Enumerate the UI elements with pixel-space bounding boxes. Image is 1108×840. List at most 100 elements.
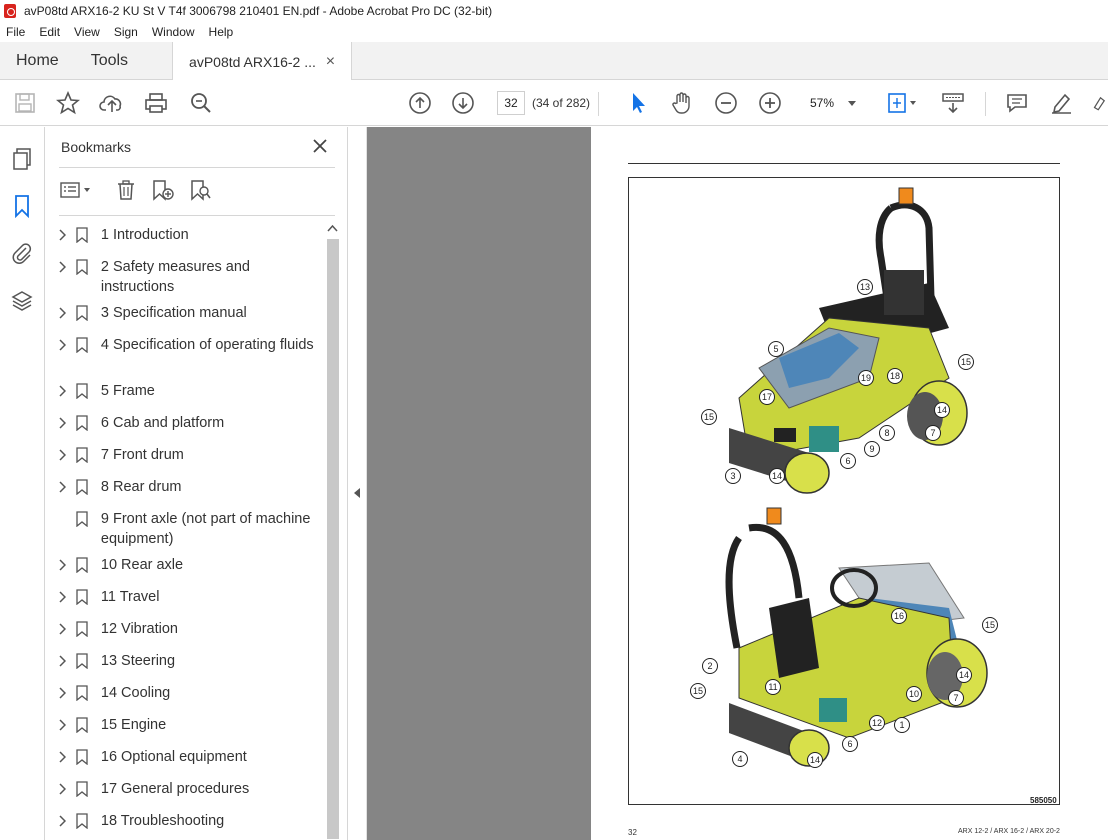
tab-document[interactable]: avP08td ARX16-2 ... × bbox=[172, 42, 353, 81]
bookmark-item[interactable]: 2 Safety measures and instructions bbox=[55, 257, 325, 297]
bookmark-icon bbox=[75, 445, 89, 465]
zoom-out-icon[interactable] bbox=[713, 90, 739, 116]
callout-number: 5 bbox=[768, 341, 784, 357]
zoom-in-icon[interactable] bbox=[757, 90, 783, 116]
bookmark-item[interactable]: 8 Rear drum bbox=[55, 477, 325, 497]
bookmark-item[interactable]: 9 Front axle (not part of machine equipm… bbox=[55, 509, 325, 549]
menu-window[interactable]: Window bbox=[152, 25, 195, 39]
bookmark-item[interactable]: 4 Specification of operating fluids bbox=[55, 335, 325, 355]
chevron-right-icon[interactable] bbox=[55, 747, 69, 767]
bookmark-item[interactable]: 16 Optional equipment bbox=[55, 747, 325, 767]
scrolling-mode-icon[interactable] bbox=[940, 90, 966, 116]
bookmark-item[interactable]: 14 Cooling bbox=[55, 683, 325, 703]
save-icon[interactable] bbox=[12, 90, 38, 116]
bookmark-icon bbox=[75, 555, 89, 575]
chevron-right-icon[interactable] bbox=[55, 477, 69, 497]
bookmark-item[interactable]: 11 Travel bbox=[55, 587, 325, 607]
next-page-icon[interactable] bbox=[450, 90, 476, 116]
scroll-thumb[interactable] bbox=[327, 239, 339, 839]
zoom-select[interactable]: 57% bbox=[800, 91, 862, 115]
bookmark-star-icon[interactable] bbox=[55, 90, 81, 116]
chevron-right-icon[interactable] bbox=[55, 779, 69, 799]
close-icon[interactable] bbox=[311, 137, 329, 155]
collapse-arrow-icon[interactable] bbox=[353, 487, 361, 499]
hand-tool-icon[interactable] bbox=[669, 90, 695, 116]
bookmark-item[interactable]: 5 Frame bbox=[55, 381, 325, 401]
chevron-right-icon[interactable] bbox=[55, 587, 69, 607]
bookmark-label: 11 Travel bbox=[100, 589, 160, 605]
callout-number: 17 bbox=[759, 389, 775, 405]
bookmark-label: 9 Front axle (not part of machine equipm… bbox=[100, 511, 311, 547]
chevron-right-icon[interactable] bbox=[55, 225, 69, 245]
callout-number: 18 bbox=[887, 368, 903, 384]
bookmark-label: 10 Rear axle bbox=[100, 557, 184, 573]
chevron-right-icon[interactable] bbox=[55, 445, 69, 465]
attachments-paperclip-icon[interactable] bbox=[10, 241, 34, 265]
scroll-up-icon[interactable] bbox=[325, 221, 340, 235]
bookmarks-panel-icon[interactable] bbox=[10, 194, 34, 218]
bookmark-label: 14 Cooling bbox=[100, 685, 171, 701]
tab-close-icon[interactable]: × bbox=[326, 53, 335, 71]
chevron-right-icon[interactable] bbox=[55, 651, 69, 671]
chevron-right-icon[interactable] bbox=[55, 257, 69, 277]
menu-sign[interactable]: Sign bbox=[114, 25, 138, 39]
chevron-right-icon[interactable] bbox=[55, 555, 69, 575]
delete-bookmark-icon[interactable] bbox=[115, 179, 137, 201]
layers-icon[interactable] bbox=[10, 289, 34, 313]
bookmark-item[interactable]: 1 Introduction bbox=[55, 225, 325, 245]
toolbar-divider bbox=[598, 92, 599, 116]
chevron-right-icon[interactable] bbox=[55, 303, 69, 323]
bookmarks-panel: Bookmarks 1 Introduction 2 Safety measur… bbox=[45, 127, 348, 840]
draw-sign-icon[interactable] bbox=[1090, 90, 1108, 116]
bookmark-item[interactable]: 12 Vibration bbox=[55, 619, 325, 639]
fit-page-icon[interactable] bbox=[885, 90, 921, 116]
page-number-input[interactable]: 32 bbox=[497, 91, 525, 115]
chevron-right-icon[interactable] bbox=[55, 381, 69, 401]
bookmark-item[interactable]: 17 General procedures bbox=[55, 779, 325, 799]
menu-file[interactable]: File bbox=[6, 25, 25, 39]
chevron-right-icon[interactable] bbox=[55, 619, 69, 639]
upload-cloud-icon[interactable] bbox=[99, 90, 125, 116]
search-zoom-icon[interactable] bbox=[188, 90, 214, 116]
callout-number: 14 bbox=[934, 402, 950, 418]
bookmark-label: 3 Specification manual bbox=[100, 305, 247, 321]
select-cursor-icon[interactable] bbox=[625, 90, 651, 116]
bookmark-label: 8 Rear drum bbox=[100, 479, 182, 495]
panel-collapse-handle[interactable] bbox=[348, 127, 367, 840]
bookmark-item[interactable]: 3 Specification manual bbox=[55, 303, 325, 323]
bookmark-icon bbox=[75, 335, 89, 355]
tab-home[interactable]: Home bbox=[0, 42, 75, 80]
highlight-pen-icon[interactable] bbox=[1048, 90, 1074, 116]
chevron-right-icon[interactable] bbox=[55, 683, 69, 703]
chevron-right-icon[interactable] bbox=[55, 811, 69, 831]
menu-view[interactable]: View bbox=[74, 25, 100, 39]
find-bookmark-icon[interactable] bbox=[189, 179, 213, 201]
acrobat-pdf-icon bbox=[4, 4, 16, 18]
new-bookmark-icon[interactable] bbox=[151, 179, 175, 201]
bookmark-item[interactable]: 18 Troubleshooting bbox=[55, 811, 325, 831]
tab-tools[interactable]: Tools bbox=[75, 42, 144, 80]
chevron-right-icon[interactable] bbox=[55, 413, 69, 433]
previous-page-icon[interactable] bbox=[407, 90, 433, 116]
menu-edit[interactable]: Edit bbox=[39, 25, 60, 39]
chevron-right-icon[interactable] bbox=[55, 335, 69, 355]
callout-number: 16 bbox=[891, 608, 907, 624]
title-bar: avP08td ARX16-2 KU St V T4f 3006798 2104… bbox=[0, 0, 1108, 22]
menu-help[interactable]: Help bbox=[209, 25, 234, 39]
bookmark-item[interactable]: 6 Cab and platform bbox=[55, 413, 325, 433]
print-icon[interactable] bbox=[143, 90, 169, 116]
bookmarks-scrollbar[interactable] bbox=[325, 221, 340, 840]
bookmark-item[interactable]: 13 Steering bbox=[55, 651, 325, 671]
bookmark-label: 1 Introduction bbox=[100, 227, 189, 243]
bookmark-item[interactable]: 15 Engine bbox=[55, 715, 325, 735]
page-thumbnails-icon[interactable] bbox=[10, 147, 34, 171]
callout-number: 1 bbox=[894, 717, 910, 733]
comment-icon[interactable] bbox=[1004, 90, 1030, 116]
bookmark-item[interactable]: 7 Front drum bbox=[55, 445, 325, 465]
bookmark-item[interactable]: 10 Rear axle bbox=[55, 555, 325, 575]
bookmark-icon bbox=[75, 683, 89, 703]
callout-number: 3 bbox=[725, 468, 741, 484]
chevron-right-icon[interactable] bbox=[55, 715, 69, 735]
options-menu-icon[interactable] bbox=[59, 180, 95, 200]
